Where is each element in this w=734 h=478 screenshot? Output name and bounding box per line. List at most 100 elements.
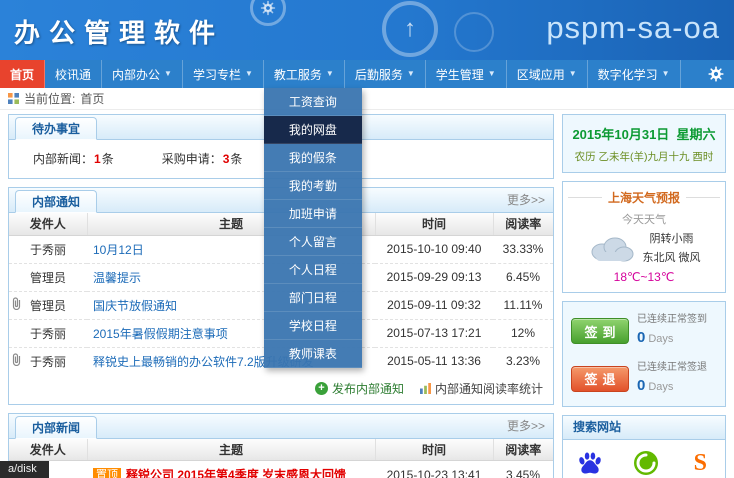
column-rate: 阅读率 bbox=[493, 439, 553, 461]
nav-label: 区域应用 bbox=[517, 66, 565, 83]
search-sites-panel: 搜索网站 百度 bbox=[562, 415, 726, 478]
sender-name: 管理员 bbox=[30, 299, 66, 313]
sign-in-info: 已连续正常签到 0Days bbox=[637, 312, 707, 350]
nav-label: 校讯通 bbox=[55, 66, 91, 83]
todo-count: 1 bbox=[94, 152, 101, 166]
location-grid-icon bbox=[8, 93, 19, 104]
chevron-down-icon: ▼ bbox=[488, 70, 496, 78]
notices-more-link[interactable]: 更多>> bbox=[507, 188, 545, 213]
breadcrumb-label: 当前位置: bbox=[24, 90, 75, 107]
gear-icon bbox=[708, 66, 724, 82]
status-bar-link-target: a/disk bbox=[0, 461, 49, 478]
dropdown-item-teacher-timetable[interactable]: 教师课表 bbox=[264, 340, 362, 368]
news-more-link[interactable]: 更多>> bbox=[507, 414, 545, 439]
nav-item-xiaoxuntong[interactable]: 校讯通 bbox=[45, 60, 102, 88]
notice-read-rate: 3.23% bbox=[493, 347, 553, 375]
nav-item-digital-learning[interactable]: 数字化学习 ▼ bbox=[588, 60, 681, 88]
column-time: 时间 bbox=[375, 213, 493, 235]
sign-panel: 签到 已连续正常签到 0Days 签退 已连续正常签退 0Days bbox=[562, 301, 726, 407]
baidu-paw-icon bbox=[577, 450, 603, 476]
dropdown-item-my-leave-slip[interactable]: 我的假条 bbox=[264, 144, 362, 172]
weekday-text: 星期六 bbox=[677, 127, 716, 142]
nav-item-student-management[interactable]: 学生管理 ▼ bbox=[426, 60, 507, 88]
site-sogou[interactable]: S 搜狗 bbox=[689, 450, 711, 478]
nav-label: 首页 bbox=[10, 66, 34, 83]
nav-label: 后勤服务 bbox=[355, 66, 403, 83]
cloud-icon bbox=[587, 234, 635, 264]
dropdown-item-department-schedule[interactable]: 部门日程 bbox=[264, 284, 362, 312]
nav-item-study-column[interactable]: 学习专栏 ▼ bbox=[183, 60, 264, 88]
dropdown-item-my-attendance[interactable]: 我的考勤 bbox=[264, 172, 362, 200]
publish-notice-link[interactable]: + 发布内部通知 bbox=[315, 380, 404, 397]
brand-logo-text: pspm-sa-oa bbox=[546, 10, 720, 46]
sidebar-column: 2015年10月31日 星期六 农历 乙未年(羊)九月十九 酉时 上海天气预报 … bbox=[562, 114, 726, 478]
news-read-rate: 3.45% bbox=[493, 461, 553, 478]
notice-read-rate: 33.33% bbox=[493, 235, 553, 263]
notice-subject-link[interactable]: 国庆节放假通知 bbox=[93, 299, 177, 313]
nav-label: 学生管理 bbox=[436, 66, 484, 83]
table-row: 置顶释锐公司 2015年第4季度 岁末感恩大回馈 2015-10-23 13:4… bbox=[9, 461, 553, 478]
settings-gear-button[interactable] bbox=[698, 60, 734, 88]
nav-item-regional-apps[interactable]: 区域应用 ▼ bbox=[507, 60, 588, 88]
nav-item-internal-office[interactable]: 内部办公 ▼ bbox=[102, 60, 183, 88]
nav-label: 学习专栏 bbox=[193, 66, 241, 83]
nav-item-logistics[interactable]: 后勤服务 ▼ bbox=[345, 60, 426, 88]
chevron-down-icon: ▼ bbox=[569, 70, 577, 78]
weather-title: 上海天气预报 bbox=[568, 189, 720, 206]
todo-item-purchase[interactable]: 采购申请：3条 bbox=[162, 150, 243, 167]
app-title: 办公管理软件 bbox=[14, 13, 224, 50]
attachment-icon bbox=[12, 297, 21, 313]
notice-time: 2015-09-11 09:32 bbox=[375, 291, 493, 319]
dropdown-item-personal-message[interactable]: 个人留言 bbox=[264, 228, 362, 256]
news-panel: 内部新闻 更多>> 发件人 主题 时间 阅读率 bbox=[8, 413, 554, 478]
sign-out-text: 已连续正常签退 bbox=[637, 360, 707, 375]
todo-unit: 条 bbox=[230, 152, 242, 166]
breadcrumb-current-link[interactable]: 首页 bbox=[80, 90, 104, 107]
nav-label: 教工服务 bbox=[274, 66, 322, 83]
dropdown-item-salary-query[interactable]: 工资查询 bbox=[264, 88, 362, 116]
notice-time: 2015-09-29 09:13 bbox=[375, 263, 493, 291]
notice-read-rate: 12% bbox=[493, 319, 553, 347]
notice-subject-link[interactable]: 温馨提示 bbox=[93, 271, 141, 285]
notice-subject-link[interactable]: 2015年暑假假期注意事项 bbox=[93, 327, 228, 341]
chevron-down-icon: ▼ bbox=[662, 70, 670, 78]
dropdown-item-overtime-request[interactable]: 加班申请 bbox=[264, 200, 362, 228]
calendar-date: 2015年10月31日 星期六 bbox=[567, 124, 721, 143]
dropdown-item-school-schedule[interactable]: 学校日程 bbox=[264, 312, 362, 340]
sender-name: 于秀丽 bbox=[30, 355, 66, 369]
sign-out-count: 0 bbox=[637, 377, 645, 394]
todo-item-news[interactable]: 内部新闻：1条 bbox=[33, 150, 114, 167]
notice-subject-link[interactable]: 10月12日 bbox=[93, 243, 144, 257]
tab-todo[interactable]: 待办事宜 bbox=[15, 117, 97, 140]
content-area: 待办事宜 内部新闻：1条 采购申请：3条 内部通知 更多>> 发件人 bbox=[0, 110, 734, 478]
publish-notice-label: 发布内部通知 bbox=[332, 380, 404, 397]
tab-internal-notices[interactable]: 内部通知 bbox=[15, 190, 97, 213]
sign-in-days: 0Days bbox=[637, 327, 707, 350]
column-sender: 发件人 bbox=[9, 213, 87, 235]
nav-item-staff-services[interactable]: 教工服务 ▼ 工资查询 我的网盘 我的假条 我的考勤 加班申请 个人留言 个人日… bbox=[264, 60, 345, 88]
search-sites-header: 搜索网站 bbox=[563, 416, 725, 440]
tab-internal-news[interactable]: 内部新闻 bbox=[15, 416, 97, 439]
dropdown-item-personal-schedule[interactable]: 个人日程 bbox=[264, 256, 362, 284]
nav-item-home[interactable]: 首页 bbox=[0, 60, 45, 88]
read-rate-stats-link[interactable]: 内部通知阅读率统计 bbox=[420, 380, 543, 397]
weather-panel: 上海天气预报 今天天气 阴转小雨 东北风 微风 bbox=[562, 181, 726, 293]
notice-read-rate: 6.45% bbox=[493, 263, 553, 291]
site-360-search[interactable]: 360搜索 bbox=[626, 450, 666, 478]
table-header-row: 发件人 主题 时间 阅读率 bbox=[9, 439, 553, 461]
sign-in-button[interactable]: 签到 bbox=[571, 318, 629, 344]
sender-cell: 于秀丽 bbox=[9, 347, 87, 375]
weather-wind: 东北风 微风 bbox=[642, 249, 700, 268]
calendar-panel: 2015年10月31日 星期六 农历 乙未年(羊)九月十九 酉时 bbox=[562, 114, 726, 173]
nav-label: 内部办公 bbox=[112, 66, 160, 83]
site-baidu[interactable]: 百度 bbox=[577, 450, 603, 478]
sign-out-button[interactable]: 签退 bbox=[571, 366, 629, 392]
todo-label: 内部新闻： bbox=[33, 152, 93, 166]
notices-footer: + 发布内部通知 内部通知阅读率统计 bbox=[9, 375, 553, 404]
sender-cell: 管理员 bbox=[9, 291, 87, 319]
dropdown-item-my-netdisk[interactable]: 我的网盘 bbox=[264, 116, 362, 144]
news-subject-link[interactable]: 释锐公司 2015年第4季度 岁末感恩大回馈 bbox=[126, 468, 346, 478]
staff-services-dropdown: 工资查询 我的网盘 我的假条 我的考勤 加班申请 个人留言 个人日程 部门日程 … bbox=[264, 88, 362, 368]
weather-condition: 阴转小雨 bbox=[642, 230, 700, 249]
column-sender: 发件人 bbox=[9, 439, 87, 461]
